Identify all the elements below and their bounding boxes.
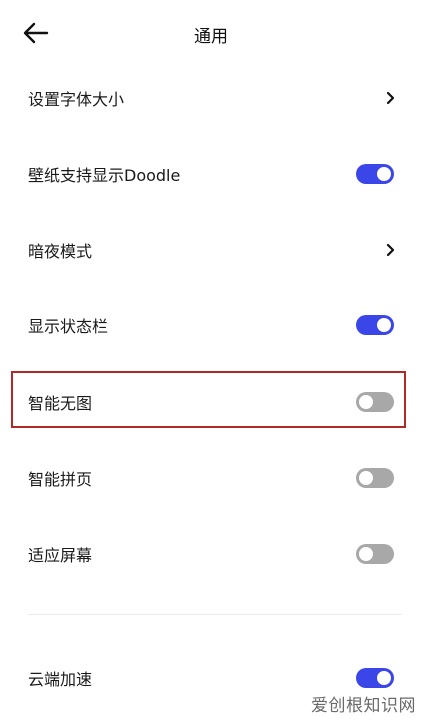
toggle-switch[interactable] xyxy=(356,544,394,564)
toggle-switch[interactable] xyxy=(356,392,394,412)
setting-row-smart-page-join: 智能拼页 xyxy=(0,450,422,506)
page-title: 通用 xyxy=(194,27,228,47)
setting-label: 暗夜模式 xyxy=(28,242,93,261)
toggle-knob xyxy=(359,471,373,485)
toggle-switch[interactable] xyxy=(356,668,394,688)
watermark-text: 爱创根知识网 xyxy=(311,696,416,716)
toggle-knob xyxy=(377,318,391,332)
toggle-switch[interactable] xyxy=(356,468,394,488)
setting-label: 智能拼页 xyxy=(28,470,93,489)
setting-label: 适应屏幕 xyxy=(28,546,93,565)
setting-row-wallpaper-doodle: 壁纸支持显示Doodle xyxy=(0,146,422,202)
setting-row-dark-mode[interactable]: 暗夜模式 xyxy=(0,222,422,278)
header: 通用 xyxy=(0,0,422,66)
toggle-knob xyxy=(359,395,373,409)
setting-row-status-bar: 显示状态栏 xyxy=(0,297,422,353)
setting-row-font-size[interactable]: 设置字体大小 xyxy=(0,70,422,126)
setting-label: 设置字体大小 xyxy=(28,90,125,109)
setting-label: 壁纸支持显示Doodle xyxy=(28,166,181,185)
chevron-right-icon xyxy=(386,243,395,257)
setting-label: 云端加速 xyxy=(28,670,93,689)
toggle-switch[interactable] xyxy=(356,164,394,184)
toggle-knob xyxy=(359,547,373,561)
section-divider xyxy=(28,614,402,615)
setting-row-fit-screen: 适应屏幕 xyxy=(0,526,422,582)
toggle-knob xyxy=(377,167,391,181)
toggle-knob xyxy=(377,671,391,685)
toggle-switch[interactable] xyxy=(356,315,394,335)
setting-label: 智能无图 xyxy=(28,394,93,413)
setting-row-smart-no-image: 智能无图 xyxy=(0,374,422,430)
chevron-right-icon xyxy=(386,91,395,105)
setting-label: 显示状态栏 xyxy=(28,317,109,336)
